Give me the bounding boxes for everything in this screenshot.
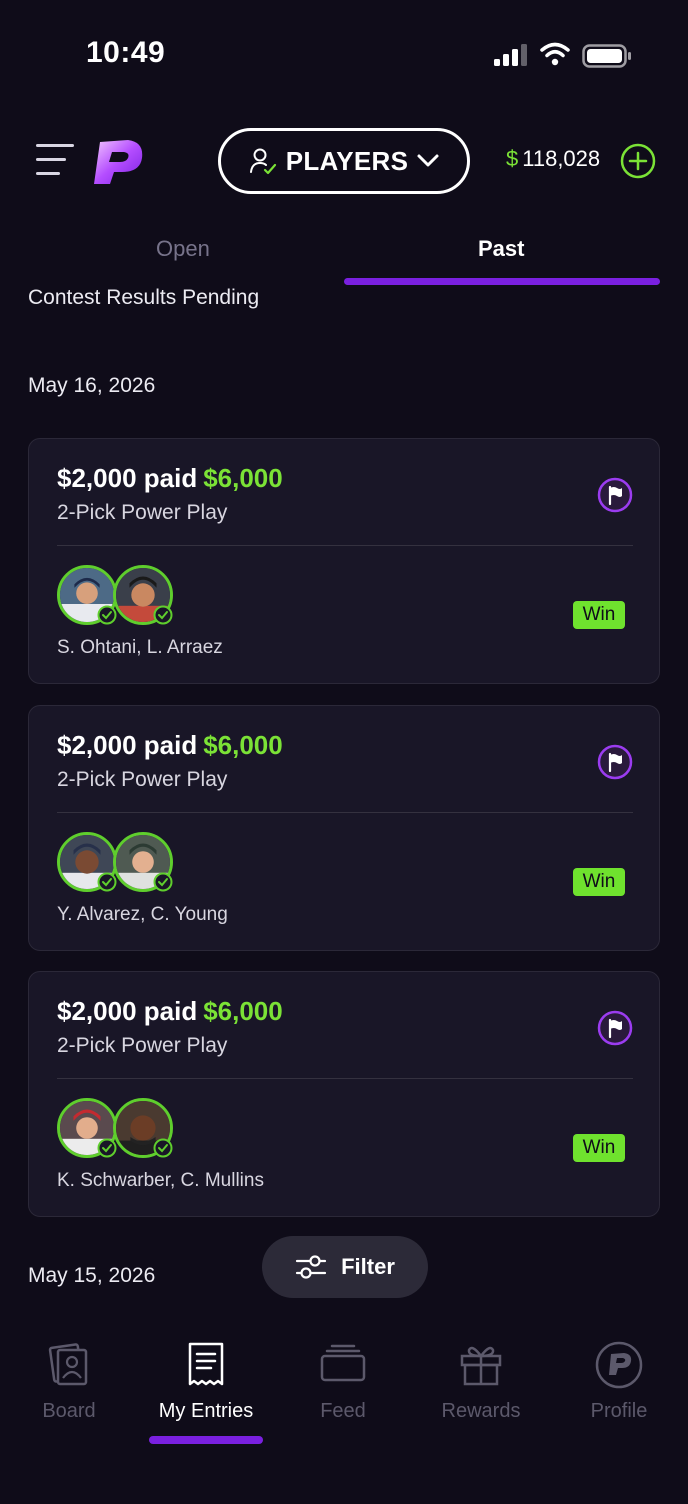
entry-card[interactable]: $2,000 paid $6,000 2-Pick Power Play Win …: [28, 705, 660, 951]
player-avatars: [57, 565, 177, 627]
entry-payout: $2,000 paid $6,000: [57, 996, 283, 1027]
date-heading: May 15, 2026: [28, 1264, 156, 1287]
check-circle-icon: [97, 1138, 117, 1158]
nav-profile[interactable]: Profile: [551, 1340, 687, 1423]
entry-type: 2-Pick Power Play: [57, 501, 228, 524]
nav-profile-label: Profile: [590, 1400, 648, 1422]
entry-players: Y. Alvarez, C. Young: [57, 904, 228, 925]
battery-icon: [582, 44, 631, 68]
filter-button[interactable]: Filter: [262, 1236, 428, 1298]
account-balance[interactable]: $ 118,028: [506, 146, 600, 172]
balance-currency: $: [506, 146, 519, 171]
entry-type: 2-Pick Power Play: [57, 768, 228, 791]
entry-payout: $2,000 paid $6,000: [57, 730, 283, 761]
results-pending-heading: Contest Results Pending: [28, 286, 260, 309]
nav-board-label: Board: [42, 1400, 96, 1422]
receipt-icon: [188, 1342, 224, 1386]
players-mode-button[interactable]: PLAYERS: [218, 128, 470, 194]
entry-won: $6,000: [203, 730, 283, 760]
entry-card[interactable]: $2,000 paid $6,000 2-Pick Power Play Win …: [28, 438, 660, 684]
nav-my-entries[interactable]: My Entries: [138, 1340, 274, 1423]
entry-card[interactable]: $2,000 paid $6,000 2-Pick Power Play Win …: [28, 971, 660, 1217]
entry-type: 2-Pick Power Play: [57, 1034, 228, 1057]
feed-icon: [320, 1344, 366, 1382]
check-circle-icon: [97, 872, 117, 892]
entry-payout: $2,000 paid $6,000: [57, 463, 283, 494]
plus-circle-icon[interactable]: [620, 143, 656, 179]
players-mode-label: PLAYERS: [285, 145, 409, 176]
flag-icon[interactable]: [597, 1010, 633, 1046]
nav-board[interactable]: Board: [1, 1340, 137, 1423]
card-divider: [57, 1078, 633, 1079]
nav-my-entries-label: My Entries: [158, 1400, 254, 1422]
active-tab-indicator: [344, 278, 660, 285]
entry-won: $6,000: [203, 996, 283, 1026]
tab-open[interactable]: Open: [156, 236, 210, 262]
gift-icon: [460, 1346, 502, 1386]
date-heading: May 16, 2026: [28, 374, 156, 397]
status-bar: 10:49: [0, 0, 688, 110]
profile-logo-icon: [595, 1341, 643, 1389]
win-badge: Win: [573, 868, 625, 896]
nav-rewards-label: Rewards: [441, 1400, 521, 1422]
player-avatars: [57, 1098, 177, 1160]
card-divider: [57, 545, 633, 546]
chevron-down-icon: [417, 154, 439, 167]
win-badge: Win: [573, 1134, 625, 1162]
nav-rewards[interactable]: Rewards: [413, 1340, 549, 1423]
entry-won: $6,000: [203, 463, 283, 493]
entry-players: K. Schwarber, C. Mullins: [57, 1170, 264, 1191]
player-avatars: [57, 832, 177, 894]
flag-icon[interactable]: [597, 477, 633, 513]
prizepicks-logo[interactable]: [90, 136, 146, 188]
active-nav-indicator: [149, 1436, 263, 1444]
sliders-icon: [295, 1255, 327, 1279]
card-divider: [57, 812, 633, 813]
filter-label: Filter: [341, 1254, 395, 1279]
flag-icon[interactable]: [597, 744, 633, 780]
entry-players: S. Ohtani, L. Arraez: [57, 637, 223, 658]
nav-feed-label: Feed: [320, 1400, 366, 1422]
cellular-signal-icon: [494, 44, 527, 66]
person-check-icon: [249, 148, 276, 175]
check-circle-icon: [153, 1138, 173, 1158]
entry-paid: $2,000 paid: [57, 463, 198, 493]
entry-paid: $2,000 paid: [57, 730, 198, 760]
bottom-nav: Board My Entries Feed Rewards Profile: [0, 1316, 688, 1504]
check-circle-icon: [97, 605, 117, 625]
wifi-icon: [540, 42, 570, 66]
nav-feed[interactable]: Feed: [275, 1340, 411, 1423]
balance-amount: 118,028: [522, 146, 601, 171]
status-time: 10:49: [86, 36, 166, 69]
tab-past[interactable]: Past: [478, 236, 524, 262]
check-circle-icon: [153, 605, 173, 625]
hamburger-icon[interactable]: [36, 144, 74, 178]
board-icon: [48, 1343, 88, 1386]
entry-paid: $2,000 paid: [57, 996, 198, 1026]
win-badge: Win: [573, 601, 625, 629]
check-circle-icon: [153, 872, 173, 892]
